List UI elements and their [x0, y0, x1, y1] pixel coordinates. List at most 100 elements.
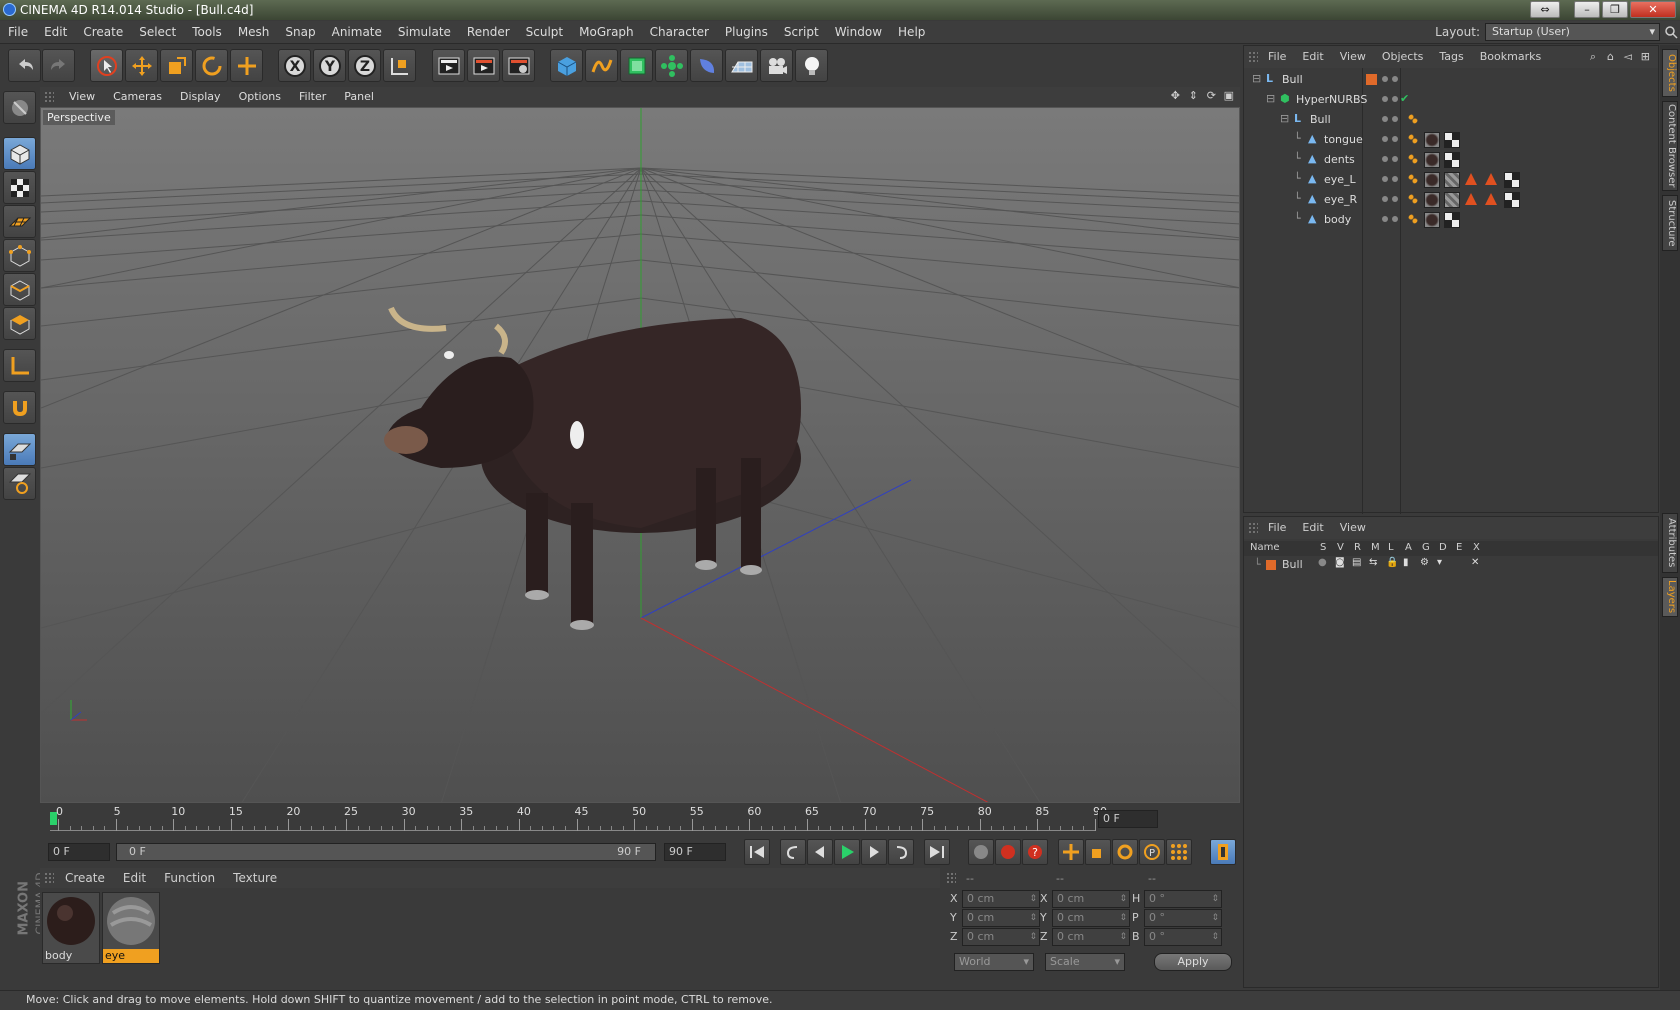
stepper-arrows-icon[interactable]: ⇕ — [1211, 929, 1219, 945]
add-nurbs-button[interactable] — [620, 49, 653, 82]
menu-animate[interactable]: Animate — [324, 21, 390, 44]
edges-mode-button[interactable] — [3, 273, 36, 306]
object-row[interactable]: └ ▲ body — [1244, 210, 1660, 230]
object-row[interactable]: └ ▲ tongue — [1244, 130, 1660, 150]
add-camera-button[interactable] — [760, 49, 793, 82]
uvw-tag-icon[interactable] — [1444, 132, 1460, 148]
tab-structure[interactable]: Structure — [1662, 195, 1678, 251]
enabled-check-icon[interactable]: ✔ — [1400, 92, 1409, 105]
rotation-field[interactable]: 0 ° ⇕ — [1144, 890, 1222, 908]
collapse-toggle-icon[interactable]: ⊟ — [1280, 112, 1289, 125]
viewport-menu-panel[interactable]: Panel — [335, 87, 383, 107]
position-key-button[interactable] — [1058, 839, 1084, 865]
timeline-toggle-button[interactable] — [1210, 839, 1236, 865]
object-menu-objects[interactable]: Objects — [1374, 46, 1432, 68]
add-spline-button[interactable] — [585, 49, 618, 82]
menu-script[interactable]: Script — [776, 21, 827, 44]
material-tag-icon[interactable] — [1424, 172, 1440, 188]
menu-plugins[interactable]: Plugins — [717, 21, 776, 44]
layer-menu-file[interactable]: File — [1260, 517, 1294, 539]
object-name[interactable]: HyperNURBS — [1296, 93, 1367, 106]
coordinate-system-button[interactable] — [383, 49, 416, 82]
point-level-animation-button[interactable] — [1166, 839, 1192, 865]
layer-column-s[interactable]: S — [1320, 542, 1326, 553]
object-row[interactable]: └ ▲ dents — [1244, 150, 1660, 170]
stepper-arrows-icon[interactable]: ⇕ — [1119, 910, 1127, 926]
record-active-objects-button[interactable] — [968, 839, 994, 865]
new-panel-icon[interactable]: ⊞ — [1641, 46, 1650, 68]
phong-tag-icon[interactable] — [1408, 194, 1418, 204]
stepper-arrows-icon[interactable]: ⇕ — [1119, 891, 1127, 907]
material-menu-function[interactable]: Function — [155, 868, 224, 888]
back-icon[interactable]: ◅ — [1624, 46, 1632, 68]
menu-mesh[interactable]: Mesh — [230, 21, 278, 44]
selection-tag-icon[interactable] — [1464, 172, 1480, 188]
editor-visibility-dot[interactable] — [1382, 216, 1388, 222]
menu-simulate[interactable]: Simulate — [390, 21, 459, 44]
timeline-track[interactable] — [50, 807, 1095, 831]
preview-range-slider[interactable]: 0 F 90 F — [116, 843, 656, 861]
layer-column-r[interactable]: R — [1354, 542, 1361, 553]
animation-toggle-icon[interactable]: ▮ — [1403, 557, 1409, 568]
close-button[interactable]: ✕ — [1630, 1, 1676, 18]
axis-mode-button[interactable] — [3, 349, 36, 382]
polygons-mode-button[interactable] — [3, 307, 36, 340]
phong-tag-icon[interactable] — [1408, 174, 1418, 184]
menu-mograph[interactable]: MoGraph — [571, 21, 642, 44]
menu-window[interactable]: Window — [827, 21, 890, 44]
object-row[interactable]: ⊟ ⬢ HyperNURBS ✔ — [1244, 90, 1660, 110]
editor-visibility-dot[interactable] — [1382, 156, 1388, 162]
previous-frame-button[interactable] — [807, 839, 833, 865]
position-field[interactable]: 0 cm ⇕ — [962, 909, 1040, 927]
undo-button[interactable] — [8, 49, 41, 82]
viewport-menu-view[interactable]: View — [60, 87, 104, 107]
collapse-toggle-icon[interactable]: ⊟ — [1266, 92, 1275, 105]
render-toggle-icon[interactable]: ▤ — [1352, 557, 1361, 568]
object-menu-view[interactable]: View — [1332, 46, 1374, 68]
rotate-button[interactable] — [195, 49, 228, 82]
material-menu-edit[interactable]: Edit — [114, 868, 155, 888]
add-mograph-button[interactable] — [655, 49, 688, 82]
deformers-toggle-icon[interactable]: ▾ — [1437, 557, 1442, 568]
object-menu-bookmarks[interactable]: Bookmarks — [1472, 46, 1549, 68]
layer-column-e[interactable]: E — [1456, 542, 1462, 553]
end-frame-field[interactable]: 90 F — [664, 843, 726, 861]
texture-mode-button[interactable] — [3, 171, 36, 204]
editor-visibility-dot[interactable] — [1382, 96, 1388, 102]
uvw-tag-icon[interactable] — [1504, 192, 1520, 208]
layer-name[interactable]: Bull — [1282, 558, 1303, 571]
uvw-tag-icon[interactable] — [1444, 152, 1460, 168]
menu-select[interactable]: Select — [131, 21, 184, 44]
generators-toggle-icon[interactable]: ⚙ — [1420, 557, 1429, 568]
object-name[interactable]: tongue — [1324, 133, 1363, 146]
selection-tag-icon[interactable] — [1484, 192, 1500, 208]
layer-column-a[interactable]: A — [1405, 542, 1412, 553]
material-tag-icon[interactable] — [1424, 152, 1440, 168]
render-visibility-dot[interactable] — [1392, 216, 1398, 222]
next-key-button[interactable] — [888, 839, 914, 865]
scale-button[interactable] — [160, 49, 193, 82]
rotate-view-icon[interactable]: ⟳ — [1207, 89, 1216, 102]
stepper-arrows-icon[interactable]: ⇕ — [1211, 910, 1219, 926]
apply-button[interactable]: Apply — [1154, 953, 1232, 971]
editor-visibility-dot[interactable] — [1382, 196, 1388, 202]
material-menu-texture[interactable]: Texture — [224, 868, 286, 888]
object-row[interactable]: ⊟ L Bull — [1244, 110, 1660, 130]
size-field[interactable]: 0 cm ⇕ — [1052, 909, 1130, 927]
viewport-menu-options[interactable]: Options — [230, 87, 290, 107]
render-visibility-dot[interactable] — [1392, 136, 1398, 142]
phong-tag-icon[interactable] — [1408, 114, 1418, 124]
object-name[interactable]: body — [1324, 213, 1351, 226]
editor-visibility-dot[interactable] — [1382, 76, 1388, 82]
keyframe-selection-button[interactable]: ? — [1022, 839, 1048, 865]
menu-tools[interactable]: Tools — [184, 21, 230, 44]
view-toggle-icon[interactable]: ◙ — [1335, 557, 1345, 568]
object-row[interactable]: ⊟ L Bull — [1244, 70, 1660, 90]
layer-column-l[interactable]: L — [1388, 542, 1394, 553]
stepper-arrows-icon[interactable]: ⇕ — [1211, 891, 1219, 907]
material-tag-icon[interactable] — [1424, 132, 1440, 148]
phong-tag-icon[interactable] — [1408, 134, 1418, 144]
make-editable-button[interactable] — [3, 91, 36, 124]
snap-button[interactable] — [3, 391, 36, 424]
x-axis-lock-button[interactable]: X — [278, 49, 311, 82]
